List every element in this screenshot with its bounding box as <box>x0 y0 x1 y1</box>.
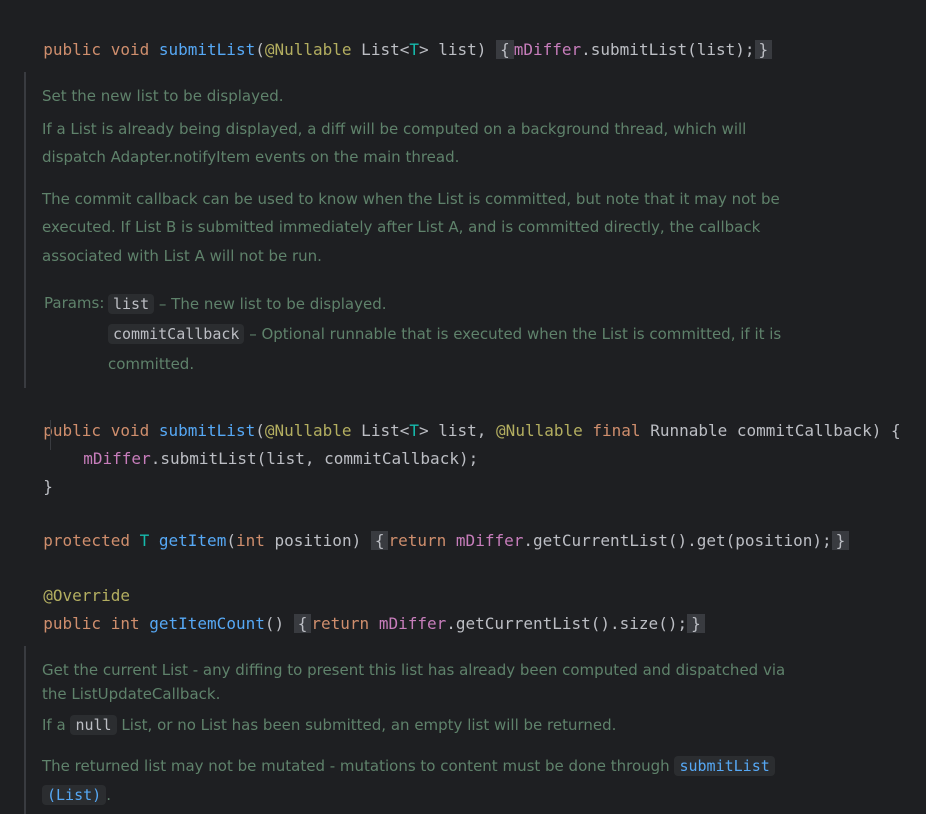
fold-close-marker[interactable]: } <box>831 531 850 550</box>
code-line-override[interactable]: @Override <box>24 560 130 605</box>
param-name: commitCallback <box>108 324 245 344</box>
param-desc-cont: committed. <box>108 355 195 373</box>
paren: () <box>264 614 285 633</box>
inline-code: null <box>70 715 117 735</box>
keyword: return <box>311 614 370 633</box>
annotation: @Nullable <box>264 40 352 59</box>
code-line-submitlist-folded[interactable]: public void submitList(@Nullable List<T>… <box>24 14 773 59</box>
submitlist-link-args[interactable]: (List) <box>42 785 107 805</box>
param-list: list – The new list to be displayed. <box>108 290 808 318</box>
doc-text: If a List is already being displayed, a … <box>42 120 747 138</box>
params-label: Params: <box>44 294 105 312</box>
keyword: int <box>235 531 265 550</box>
doc-comment-getcurrentlist: Get the current List - any diffing to pr… <box>24 646 826 814</box>
doc-text: the ListUpdateCallback. <box>42 685 221 703</box>
params: position) <box>264 531 362 550</box>
code-line-getitemcount[interactable]: public int getItemCount() {return mDiffe… <box>24 588 705 633</box>
field-name: mDiffer <box>513 40 582 59</box>
doc-text: The returned list may not be mutated - m… <box>42 752 802 780</box>
keyword: public <box>43 614 102 633</box>
call: .getCurrentList().size(); <box>446 614 688 633</box>
code-line-getitem[interactable]: protected T getItem(int position) {retur… <box>24 505 850 550</box>
method-name[interactable]: getItem <box>159 531 226 550</box>
doc-text: (List). <box>42 781 802 809</box>
call: .submitList(list, commitCallback); <box>150 449 479 468</box>
submitlist-link[interactable]: submitList <box>674 756 775 776</box>
fold-open-marker[interactable]: { <box>293 614 312 633</box>
doc-text: If a null List, or no List has been subm… <box>42 711 802 739</box>
type-param: T <box>409 40 419 59</box>
field-name: mDiffer <box>455 531 524 550</box>
field-name: mDiffer <box>83 449 151 468</box>
param-name: list <box>108 294 155 314</box>
doc-text: associated with List A will not be run. <box>42 247 322 265</box>
doc-text: The commit callback can be used to know … <box>42 190 780 208</box>
field-name: mDiffer <box>378 614 447 633</box>
doc-text: dispatch Adapter.notifyItem events on th… <box>42 148 460 166</box>
params: Runnable commitCallback) { <box>640 421 901 440</box>
keyword: void <box>110 40 150 59</box>
code-line-submitlist-callback[interactable]: public void submitList(@Nullable List<T>… <box>24 395 900 440</box>
code-line-close[interactable]: } <box>24 451 53 496</box>
method-name[interactable]: getItemCount <box>149 614 265 633</box>
brace: } <box>43 477 53 496</box>
type: List< <box>351 40 410 59</box>
keyword: int <box>110 614 140 633</box>
keyword: public <box>43 40 102 59</box>
paren: ( <box>226 531 236 550</box>
params: > list) <box>418 40 487 59</box>
fold-open-marker[interactable]: { <box>370 531 389 550</box>
fold-close-marker[interactable]: } <box>687 614 705 633</box>
fold-open-marker[interactable]: { <box>496 40 514 59</box>
doc-text-segment: If a <box>42 716 71 734</box>
call: .submitList(list); <box>581 40 755 59</box>
paren: ( <box>255 40 265 59</box>
doc-text: Set the new list to be displayed. <box>42 87 284 105</box>
type-param: T <box>139 531 150 550</box>
param-desc: – The new list to be displayed. <box>154 295 387 313</box>
doc-text-segment: The returned list may not be mutated - m… <box>42 757 675 775</box>
doc-text-segment: List, or no List has been submitted, an … <box>116 716 617 734</box>
param-commitcallback: commitCallback – Optional runnable that … <box>108 320 808 348</box>
annotation: @Nullable <box>496 421 583 440</box>
keyword: final <box>592 421 641 440</box>
doc-text: executed. If List B is submitted immedia… <box>42 218 761 236</box>
doc-comment-submitlist: Set the new list to be displayed. If a L… <box>24 72 826 388</box>
call: .getCurrentList().get(position); <box>523 531 832 550</box>
doc-text-segment: . <box>106 786 111 804</box>
keyword: protected <box>43 531 130 550</box>
method-name[interactable]: submitList <box>159 40 255 59</box>
indent-guide <box>50 420 51 450</box>
fold-close-marker[interactable]: } <box>754 40 773 59</box>
keyword: return <box>388 531 447 550</box>
param-desc: – Optional runnable that is executed whe… <box>244 325 782 343</box>
code-line-body[interactable]: mDiffer.submitList(list, commitCallback)… <box>64 423 478 468</box>
